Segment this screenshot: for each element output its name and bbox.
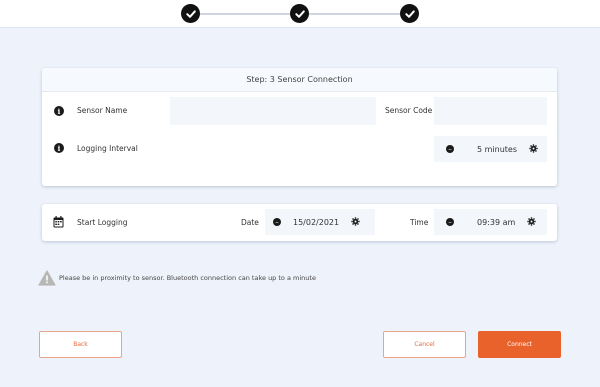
settings-icon[interactable] xyxy=(529,143,538,155)
check-icon xyxy=(294,9,305,18)
calendar-icon xyxy=(53,216,64,228)
time-value: 09:39 am xyxy=(477,217,516,227)
connect-button[interactable]: Connect xyxy=(478,331,561,358)
step-3-complete xyxy=(400,4,419,23)
step-1-complete xyxy=(181,4,200,23)
sensor-connection-card: Step: 3 Sensor Connection i Sensor Name … xyxy=(42,68,557,186)
date-stepper[interactable]: – 15/02/2021 xyxy=(265,209,375,235)
step-connector xyxy=(200,13,290,15)
bluetooth-notice: Please be in proximity to sensor. Blueto… xyxy=(38,270,316,286)
check-icon xyxy=(185,9,196,18)
logging-interval-value: 5 minutes xyxy=(477,144,518,154)
step-2-complete xyxy=(290,4,309,23)
progress-stepper-bar xyxy=(0,0,600,28)
info-icon: i xyxy=(54,106,64,116)
start-logging-label: Start Logging xyxy=(77,218,128,227)
time-label: Time xyxy=(410,218,429,227)
settings-icon[interactable] xyxy=(527,216,536,228)
info-icon: i xyxy=(54,143,64,153)
decrement-icon[interactable]: – xyxy=(273,218,281,226)
logging-interval-stepper[interactable]: – 5 minutes xyxy=(434,136,547,162)
sensor-name-input[interactable] xyxy=(170,97,376,125)
decrement-icon[interactable]: – xyxy=(446,218,454,226)
notice-text: Please be in proximity to sensor. Blueto… xyxy=(59,274,316,282)
sensor-code-label: Sensor Code xyxy=(385,106,433,115)
date-label: Date xyxy=(241,218,259,227)
check-icon xyxy=(404,9,415,18)
card-title: Step: 3 Sensor Connection xyxy=(42,68,557,92)
start-logging-card: Start Logging Date – 15/02/2021 Time – 0… xyxy=(42,204,557,241)
warning-icon xyxy=(38,270,56,286)
sensor-code-input[interactable] xyxy=(434,97,547,125)
progress-stepper xyxy=(0,4,600,24)
date-value: 15/02/2021 xyxy=(293,217,340,227)
cancel-button[interactable]: Cancel xyxy=(383,331,466,358)
logging-interval-label: Logging Interval xyxy=(77,144,138,153)
sensor-name-label: Sensor Name xyxy=(77,106,128,115)
decrement-icon[interactable]: – xyxy=(446,145,454,153)
back-button[interactable]: Back xyxy=(39,331,122,358)
time-stepper[interactable]: – 09:39 am xyxy=(434,209,547,235)
step-connector xyxy=(309,13,400,15)
settings-icon[interactable] xyxy=(351,216,360,228)
